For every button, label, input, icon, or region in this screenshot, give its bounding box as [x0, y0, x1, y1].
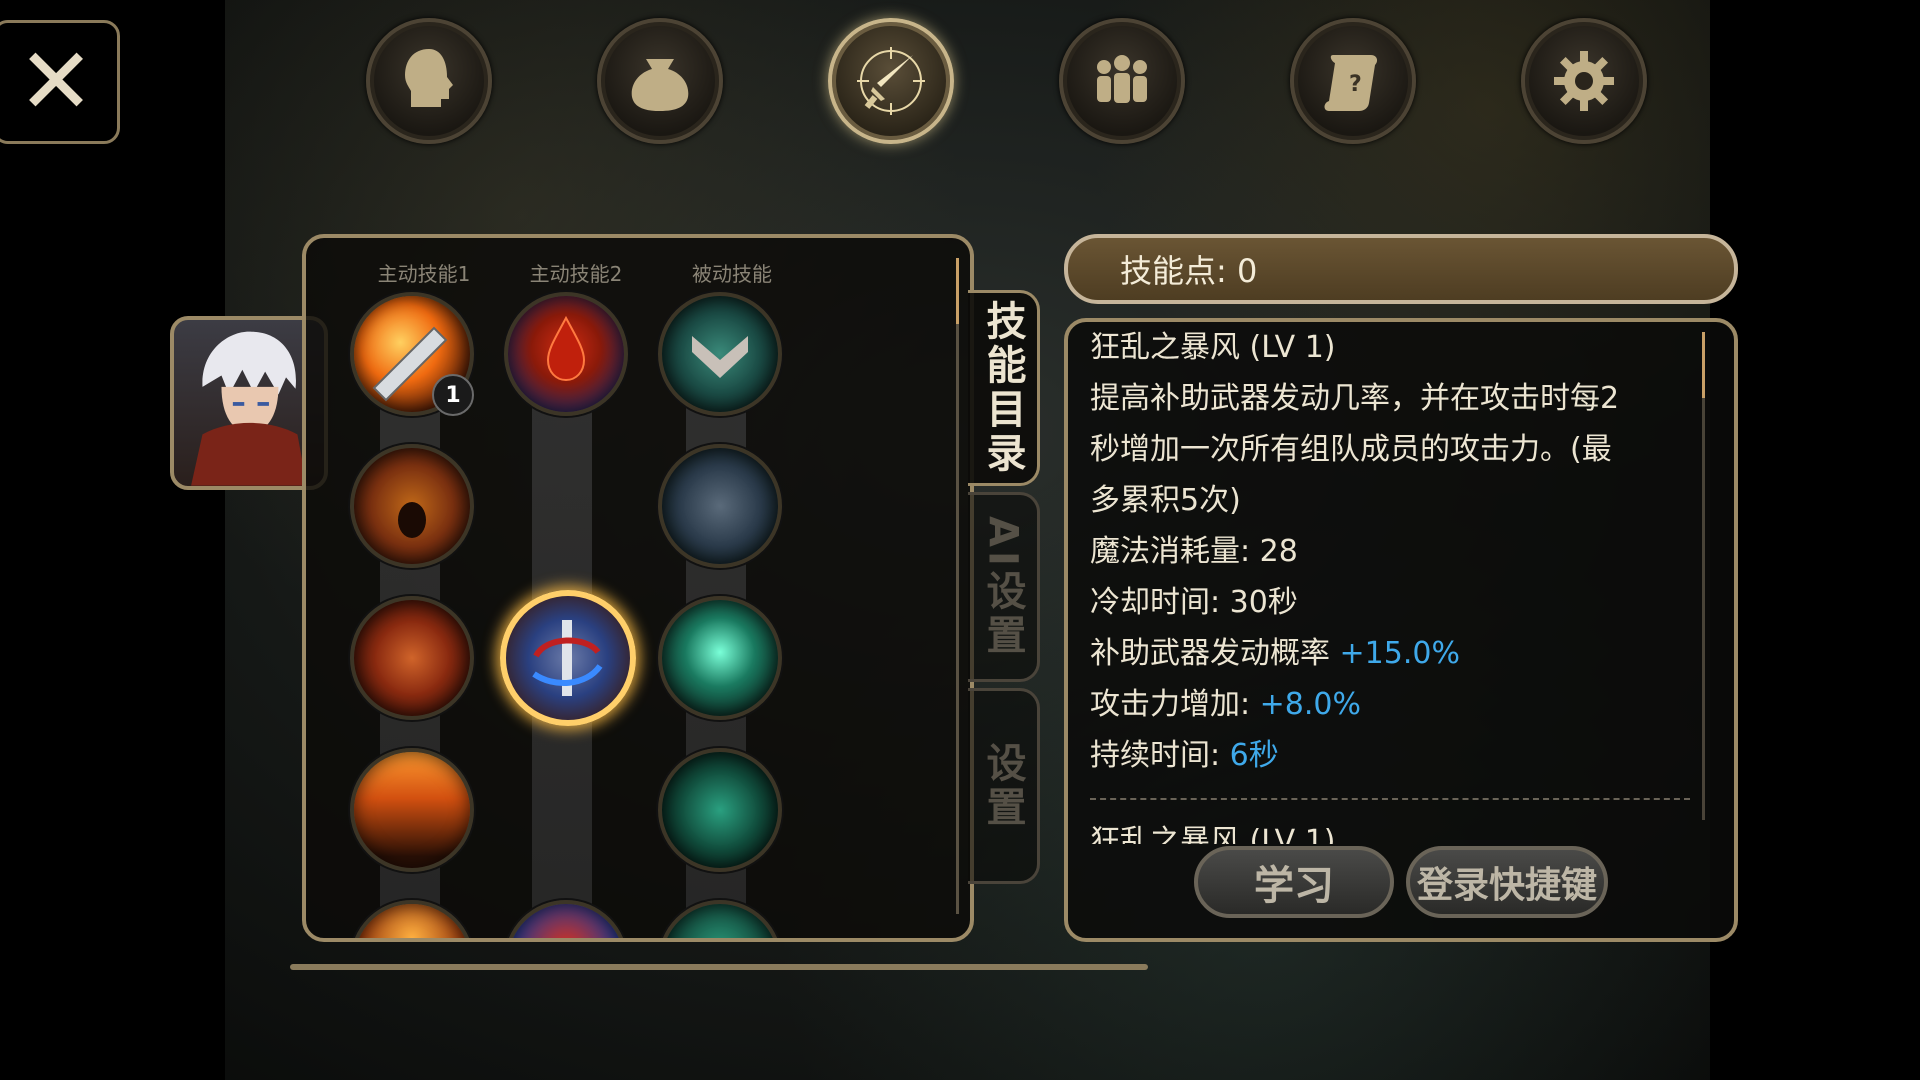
skill-blood-drop-icon[interactable] [504, 292, 628, 416]
column-header-passive: 被动技能 [692, 262, 772, 286]
skill-flame-wall-icon[interactable] [350, 748, 474, 872]
register-hotkey-label: 登录快捷键 [1416, 865, 1597, 906]
skill-green-totem-icon[interactable] [658, 748, 782, 872]
learn-button[interactable]: 学习 [1194, 846, 1394, 918]
next-level-title: 狂乱之暴风 (LV 1) [1090, 824, 1336, 844]
learn-button-label: 学习 [1254, 863, 1334, 909]
skill-detail-text: 狂乱之暴风 (LV 1) 提高补助武器发动几率，并在攻击时每2 秒增加一次所有组… [1090, 322, 1690, 781]
skill-roar-face-icon[interactable] [350, 444, 474, 568]
scroll-icon: ? [1324, 55, 1378, 111]
skill-title: 狂乱之暴风 (LV 1) [1090, 330, 1336, 365]
column-header-active1: 主动技能1 [377, 262, 471, 286]
nav-character-button[interactable] [366, 18, 492, 144]
close-icon: ✕ [17, 28, 95, 135]
stat-label: 攻击力增加: [1090, 687, 1251, 722]
tab-skill-list-label: 技能目录 [979, 300, 1026, 476]
skill-stat-row: 持续时间: 6秒 [1090, 730, 1690, 781]
stat-value: +15.0% [1339, 636, 1460, 671]
nav-quests-button[interactable]: ? [1290, 18, 1416, 144]
skill-blue-red-icon[interactable] [504, 900, 628, 938]
stat-label: 补助武器发动概率 [1090, 636, 1330, 671]
bottom-divider [290, 964, 1148, 970]
skill-spirit-hand-icon[interactable] [658, 596, 782, 720]
column-header-active2: 主动技能2 [529, 262, 623, 286]
people-icon [1097, 55, 1147, 103]
detail-scrollbar[interactable] [1702, 332, 1705, 820]
skill-muscle-icon[interactable] [350, 596, 474, 720]
tab-settings-label: 设置 [979, 742, 1026, 830]
nav-settings-button[interactable] [1521, 18, 1647, 144]
skill-description-line: 多累积5次) [1090, 483, 1241, 518]
nav-party-button[interactable] [1059, 18, 1185, 144]
svg-text:?: ? [1349, 72, 1362, 97]
sword-compass-icon [857, 47, 925, 115]
detail-scrollbar-thumb[interactable] [1702, 332, 1705, 398]
close-button[interactable]: ✕ [0, 20, 120, 144]
tab-ai-settings-label: AI设置 [979, 516, 1026, 658]
skill-flame-sword-icon[interactable]: 1 [350, 292, 474, 416]
skill-points-bar: 技能点: 0 [1064, 234, 1738, 304]
skill-green-passive-icon[interactable] [658, 900, 782, 938]
skill-tree-panel: 主动技能1 主动技能2 被动技能 1 [302, 234, 974, 942]
skill-cooldown: 冷却时间: 30秒 [1090, 585, 1298, 620]
skill-points-text: 技能点: 0 [1120, 252, 1258, 290]
skill-shield-heart-icon[interactable] [658, 292, 782, 416]
gear-icon [1554, 51, 1614, 111]
skill-level-badge: 1 [432, 374, 474, 416]
skill-stat-row: 补助武器发动概率 +15.0% [1090, 628, 1690, 679]
register-hotkey-button[interactable]: 登录快捷键 [1406, 846, 1608, 918]
stat-value: 6秒 [1229, 738, 1279, 773]
tab-settings[interactable]: 设置 [968, 688, 1040, 884]
nav-skills-button[interactable] [828, 18, 954, 144]
detail-divider [1090, 798, 1690, 800]
skill-tree-scrollbar-thumb[interactable] [956, 258, 959, 324]
stat-label: 持续时间: [1090, 738, 1221, 773]
background-right [1710, 0, 1920, 1080]
skill-detail-panel: 狂乱之暴风 (LV 1) 提高补助武器发动几率，并在攻击时每2 秒增加一次所有组… [1064, 318, 1738, 942]
skill-tree-scrollbar[interactable] [956, 258, 959, 914]
background-left [0, 0, 225, 1080]
stat-value: +8.0% [1259, 687, 1362, 722]
bag-icon [631, 59, 689, 111]
skill-description-line: 提高补助武器发动几率，并在攻击时每2 [1090, 381, 1620, 416]
skill-stat-row: 攻击力增加: +8.0% [1090, 679, 1690, 730]
nav-inventory-button[interactable] [597, 18, 723, 144]
skill-description-line: 秒增加一次所有组队成员的攻击力。(最 [1090, 432, 1612, 467]
skill-fire-burst-icon[interactable] [350, 900, 474, 938]
skill-whirlwind-sword-icon[interactable] [500, 590, 636, 726]
tab-skill-list[interactable]: 技能目录 [968, 290, 1040, 486]
skill-mana-cost: 魔法消耗量: 28 [1090, 534, 1298, 569]
skill-armor-icon[interactable] [658, 444, 782, 568]
head-icon [405, 49, 453, 107]
tab-ai-settings[interactable]: AI设置 [968, 492, 1040, 682]
